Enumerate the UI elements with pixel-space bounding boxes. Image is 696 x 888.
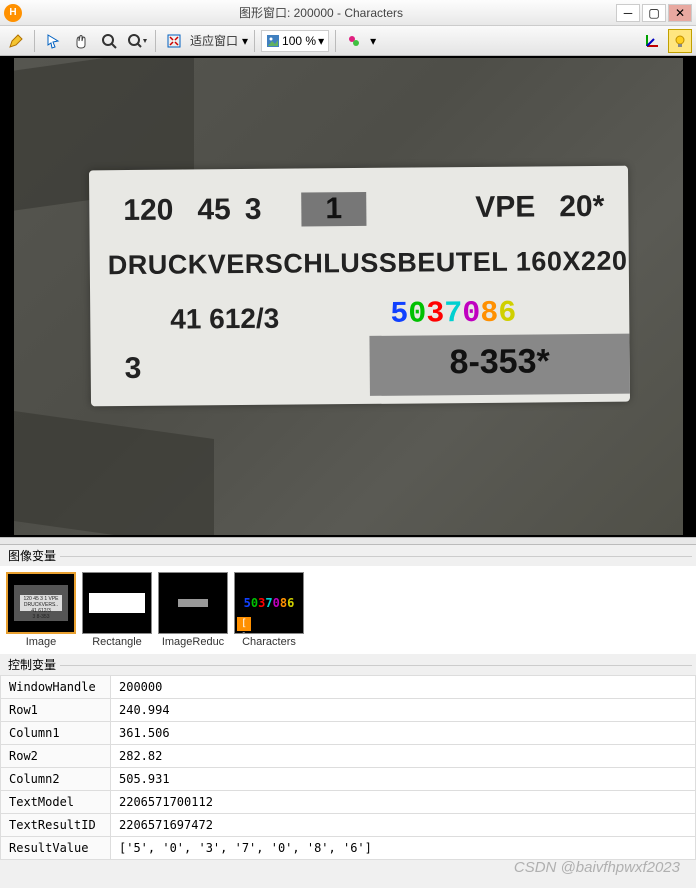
ocr-result-overlay: 5037086 (390, 299, 516, 330)
thumb-label: Image (6, 636, 76, 648)
label-text: 3 (124, 354, 141, 384)
zoom-icon[interactable] (97, 29, 121, 53)
label-content: 120 45 3 1 VPE 20* DRUCKVERSCHLUSSBEUTEL… (88, 166, 629, 407)
watermark: CSDN @baivfhpwxf2023 (514, 859, 680, 876)
var-name: Row1 (1, 699, 111, 722)
image-canvas[interactable]: 120 45 3 1 VPE 20* DRUCKVERSCHLUSSBEUTEL… (14, 58, 683, 535)
table-row[interactable]: TextModel2206571700112 (1, 791, 696, 814)
var-name: Column2 (1, 768, 111, 791)
table-row[interactable]: Column2505.931 (1, 768, 696, 791)
separator (34, 30, 35, 52)
var-name: ResultValue (1, 837, 111, 860)
table-row[interactable]: Row1240.994 (1, 699, 696, 722)
table-row[interactable]: Row2282.82 (1, 745, 696, 768)
thumb-label: Characters (234, 636, 304, 648)
table-row[interactable]: ResultValue['5', '0', '3', '7', '0', '8'… (1, 837, 696, 860)
dropdown-icon[interactable]: ▾ (242, 34, 248, 48)
section-header-image-vars: 图像变量 (0, 545, 696, 566)
var-name: Row2 (1, 745, 111, 768)
minimize-button[interactable]: ─ (616, 4, 640, 22)
bulb-icon[interactable] (668, 29, 692, 53)
var-name: TextModel (1, 791, 111, 814)
badge-icon: [ ] (237, 617, 251, 631)
label-text: 120 (123, 196, 173, 226)
maximize-button[interactable]: ▢ (642, 4, 666, 22)
var-name: TextResultID (1, 814, 111, 837)
var-value: 2206571700112 (111, 791, 696, 814)
fit-window-label: 适应窗口 (190, 32, 238, 49)
app-icon: H (4, 4, 22, 22)
label-text: 20* (559, 192, 604, 222)
edit-icon[interactable] (4, 29, 28, 53)
dropdown-icon[interactable]: ▾ (318, 34, 324, 48)
label-text: 45 (197, 195, 231, 225)
separator (254, 30, 255, 52)
var-value: ['5', '0', '3', '7', '0', '8', '6'] (111, 837, 696, 860)
image-icon (266, 34, 280, 48)
separator (335, 30, 336, 52)
var-value: 282.82 (111, 745, 696, 768)
label-text: VPE (475, 192, 535, 223)
thumb-label: ImageReduc (158, 636, 228, 648)
table-row[interactable]: TextResultID2206571697472 (1, 814, 696, 837)
zoom-dropdown-icon[interactable] (125, 29, 149, 53)
var-value: 200000 (111, 676, 696, 699)
var-name: WindowHandle (1, 676, 111, 699)
close-button[interactable]: ✕ (668, 4, 692, 22)
label-text: 41 612/3 (170, 305, 279, 334)
var-value: 505.931 (111, 768, 696, 791)
hand-icon[interactable] (69, 29, 93, 53)
image-viewer[interactable]: 120 45 3 1 VPE 20* DRUCKVERSCHLUSSBEUTEL… (0, 56, 696, 537)
var-value: 361.506 (111, 722, 696, 745)
table-row[interactable]: WindowHandle200000 (1, 676, 696, 699)
label-box: 1 (301, 192, 366, 227)
window-title: 图形窗口: 200000 - Characters (28, 4, 614, 21)
fit-window-icon[interactable] (162, 29, 186, 53)
label-text: DRUCKVERSCHLUSSBEUTEL 160X220 (107, 248, 627, 280)
color-tool-icon[interactable] (342, 29, 366, 53)
section-header-control-vars: 控制变量 (0, 654, 696, 675)
pointer-icon[interactable] (41, 29, 65, 53)
var-value: 2206571697472 (111, 814, 696, 837)
toolbar: 适应窗口 ▾ 100 % ▾ ▾ (0, 26, 696, 56)
thumb-characters[interactable]: 5037086 [ ] Characters (234, 572, 304, 648)
label-text: 3 (244, 195, 261, 225)
thumb-imagereduced[interactable]: ImageReduc (158, 572, 228, 648)
splitter[interactable] (0, 537, 696, 545)
thumbnail-strip: 120 45 3 1 VPEDRUCKVERS..41 612/33 8-353… (0, 566, 696, 654)
separator (155, 30, 156, 52)
axes-icon[interactable] (640, 29, 664, 53)
dropdown-icon[interactable]: ▾ (370, 34, 376, 48)
thumb-image[interactable]: 120 45 3 1 VPEDRUCKVERS..41 612/33 8-353… (6, 572, 76, 648)
variables-table: WindowHandle200000 Row1240.994 Column136… (0, 675, 696, 860)
thumb-rectangle[interactable]: Rectangle (82, 572, 152, 648)
thumb-label: Rectangle (82, 636, 152, 648)
zoom-control[interactable]: 100 % ▾ (261, 30, 329, 52)
var-name: Column1 (1, 722, 111, 745)
zoom-value: 100 % (282, 34, 316, 48)
var-value: 240.994 (111, 699, 696, 722)
label-box: 8-353* (369, 334, 630, 396)
titlebar: H 图形窗口: 200000 - Characters ─ ▢ ✕ (0, 0, 696, 26)
table-row[interactable]: Column1361.506 (1, 722, 696, 745)
